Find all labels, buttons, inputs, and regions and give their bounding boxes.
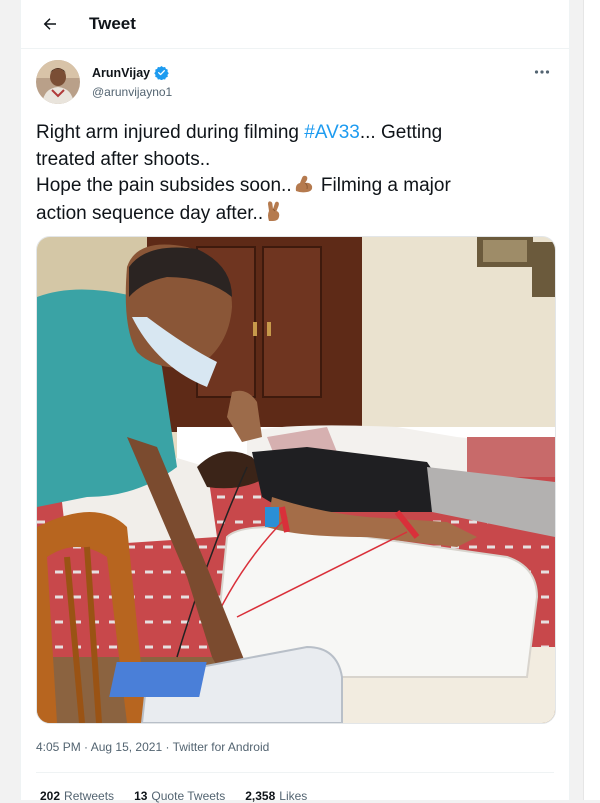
quote-tweets-count: 13 bbox=[134, 789, 148, 803]
verified-badge-icon bbox=[154, 65, 169, 80]
avatar[interactable] bbox=[36, 60, 80, 104]
retweets-label: Retweets bbox=[64, 789, 115, 803]
tweet-text: Right arm injured during filming #AV33..… bbox=[36, 120, 536, 227]
tweet-date[interactable]: Aug 15, 2021 bbox=[91, 740, 162, 754]
more-horizontal-icon bbox=[534, 70, 550, 74]
hashtag-link[interactable]: #AV33 bbox=[304, 122, 360, 143]
divider bbox=[36, 772, 554, 773]
flexed-biceps-emoji bbox=[295, 175, 312, 193]
page-title: Tweet bbox=[89, 14, 136, 33]
back-button[interactable] bbox=[35, 9, 65, 39]
tweet-text-segment: Right arm injured during filming bbox=[36, 122, 305, 143]
quote-tweets-stat[interactable]: 13 Quote Tweets bbox=[134, 789, 225, 803]
tweet-line-4: action sequence day after.. bbox=[36, 200, 536, 228]
tweet-text-segment: Hope the pain subsides soon.. bbox=[36, 175, 292, 196]
user-handle[interactable]: @arunvijayno1 bbox=[92, 85, 172, 99]
tweet-line-3: Hope the pain subsides soon.. Filming a … bbox=[36, 173, 536, 200]
crossed-fingers-emoji bbox=[268, 200, 280, 221]
page-header: Tweet bbox=[21, 0, 569, 49]
tweet-text-segment: action sequence day after.. bbox=[36, 202, 264, 224]
tweet-source[interactable]: Twitter for Android bbox=[173, 740, 270, 754]
tweet-line-1: Right arm injured during filming #AV33..… bbox=[36, 120, 536, 147]
likes-stat[interactable]: 2,358 Likes bbox=[245, 789, 307, 803]
tweet-line-2: treated after shoots.. bbox=[36, 148, 211, 170]
tweet-column: Tweet ArunVijay @arunvijayno1 Right arm … bbox=[20, 0, 570, 803]
tweet-author: ArunVijay @arunvijayno1 bbox=[36, 60, 556, 110]
tweet-text-segment: ... Getting bbox=[359, 122, 443, 143]
meta-separator: · bbox=[80, 740, 91, 754]
retweets-count: 202 bbox=[40, 789, 61, 803]
tweet-time[interactable]: 4:05 PM bbox=[36, 740, 81, 754]
more-button[interactable] bbox=[530, 64, 554, 80]
adjacent-column-edge bbox=[583, 0, 600, 800]
likes-label: Likes bbox=[279, 789, 308, 803]
quote-tweets-label: Quote Tweets bbox=[151, 789, 226, 803]
tweet-stats: 202 Retweets 13 Quote Tweets 2,358 Likes bbox=[40, 789, 307, 803]
tweet-photo[interactable] bbox=[36, 236, 556, 724]
tweet-text-segment: Filming a major bbox=[315, 175, 451, 196]
retweets-stat[interactable]: 202 Retweets bbox=[40, 789, 114, 803]
tweet-metadata: 4:05 PM · Aug 15, 2021 · Twitter for And… bbox=[36, 740, 269, 754]
arrow-left-icon bbox=[43, 18, 56, 30]
display-name[interactable]: ArunVijay bbox=[92, 66, 150, 80]
meta-separator: · bbox=[162, 740, 173, 754]
likes-count: 2,358 bbox=[245, 789, 276, 803]
name-row: ArunVijay bbox=[92, 65, 169, 80]
